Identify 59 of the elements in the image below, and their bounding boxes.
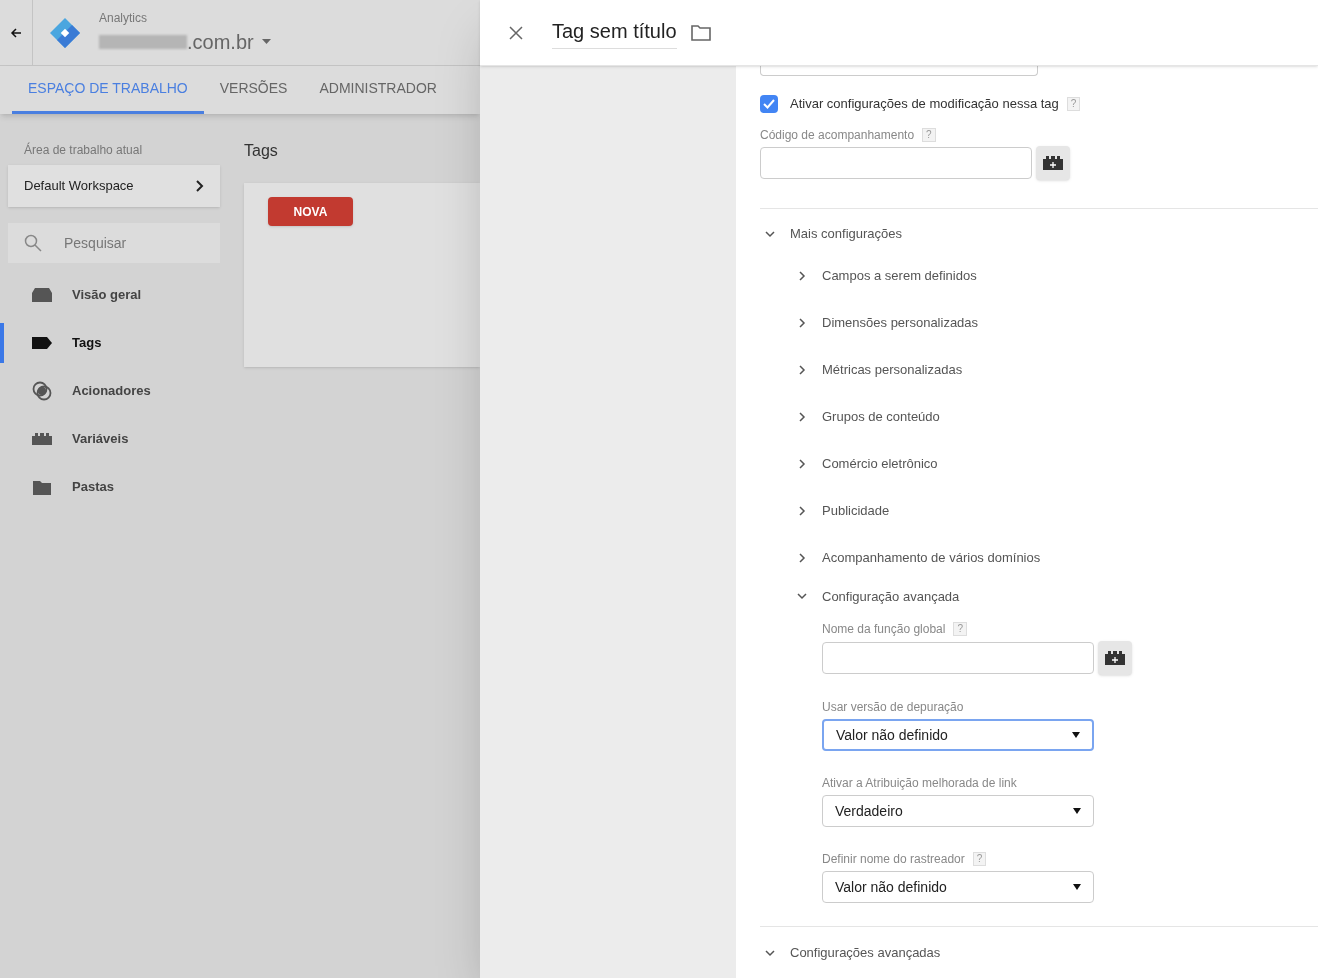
product-name: Analytics (99, 9, 149, 27)
field-label: Nome da função global (822, 621, 946, 639)
account-name[interactable]: .com.br (187, 26, 254, 57)
chevron-right-icon (194, 180, 204, 192)
dropdown-arrow-icon (1072, 732, 1080, 739)
brick-plus-icon (1105, 651, 1125, 666)
close-icon (509, 25, 523, 40)
workspace-selector[interactable]: Default Workspace (8, 165, 220, 207)
search-icon (24, 234, 42, 252)
dropdown-arrow-icon (261, 39, 271, 44)
select-field[interactable]: Verdadeiro (822, 795, 1094, 828)
circles-icon (32, 381, 52, 401)
field-label: Código de acompanhamento (760, 127, 915, 145)
subsection-header[interactable]: Configuração avançada (796, 581, 1318, 620)
select-field[interactable]: Valor não definido (822, 719, 1094, 752)
folder-icon (33, 479, 51, 495)
checkbox-label: Ativar configurações de modificação nessa tag (790, 95, 1059, 114)
check-icon (763, 99, 775, 110)
subsection-header[interactable]: Métricas personalizadas (796, 346, 1318, 394)
new-button[interactable]: NOVA (268, 197, 353, 226)
section-label: Área de trabalho atual (23, 141, 144, 159)
select-value: Verdadeiro (835, 801, 903, 821)
nav-tab[interactable]: ADMINISTRADOR (303, 66, 453, 114)
select-value: Valor não definido (836, 725, 948, 745)
input-field[interactable] (822, 642, 1094, 675)
tag-icon (32, 337, 52, 349)
subsection-header[interactable]: Acompanhamento de vários domínios (796, 534, 1318, 582)
nav-item[interactable]: Acionadores (0, 371, 220, 411)
nav-item[interactable]: Tags (0, 323, 220, 363)
input-field[interactable] (760, 146, 1032, 179)
brick-plus-icon (1043, 155, 1063, 170)
page-title: Tags (244, 141, 279, 161)
folder-outline-icon (690, 24, 711, 41)
brick-icon (32, 433, 52, 445)
subsection-header[interactable]: Comércio eletrônico (796, 440, 1318, 488)
field-label: Ativar a Atribuição melhorada de link (822, 775, 1017, 793)
tray-icon (32, 288, 52, 302)
variable-button[interactable] (1098, 641, 1132, 676)
tag-title[interactable]: Tag sem título (552, 16, 677, 49)
nav-item[interactable]: Pastas (0, 467, 220, 507)
subsection-header[interactable]: Publicidade (796, 487, 1318, 535)
checkbox[interactable] (760, 95, 778, 114)
field-label: Definir nome do rastreador (822, 851, 965, 869)
close-button[interactable] (507, 23, 525, 42)
section-header[interactable]: Configurações avançadas (760, 927, 1318, 978)
variable-button[interactable] (1036, 145, 1070, 180)
subsection-header[interactable]: Dimensões personalizadas (796, 299, 1318, 347)
field-label: Usar versão de depuração (822, 699, 964, 717)
diamond-logo-icon (50, 17, 80, 48)
dropdown-arrow-icon (1073, 808, 1081, 815)
select-field[interactable]: Valor não definido (822, 871, 1094, 904)
select-value: Valor não definido (835, 877, 947, 897)
nav-item[interactable]: Visão geral (0, 275, 220, 315)
search-field[interactable]: Pesquisar (8, 223, 220, 263)
nav-item[interactable]: Variáveis (0, 419, 220, 459)
nav-tab[interactable]: VERSÕES (203, 66, 304, 114)
subsection-header[interactable]: Grupos de conteúdo (796, 393, 1318, 441)
back-arrow-icon (10, 26, 22, 39)
dropdown-arrow-icon (1073, 884, 1081, 891)
